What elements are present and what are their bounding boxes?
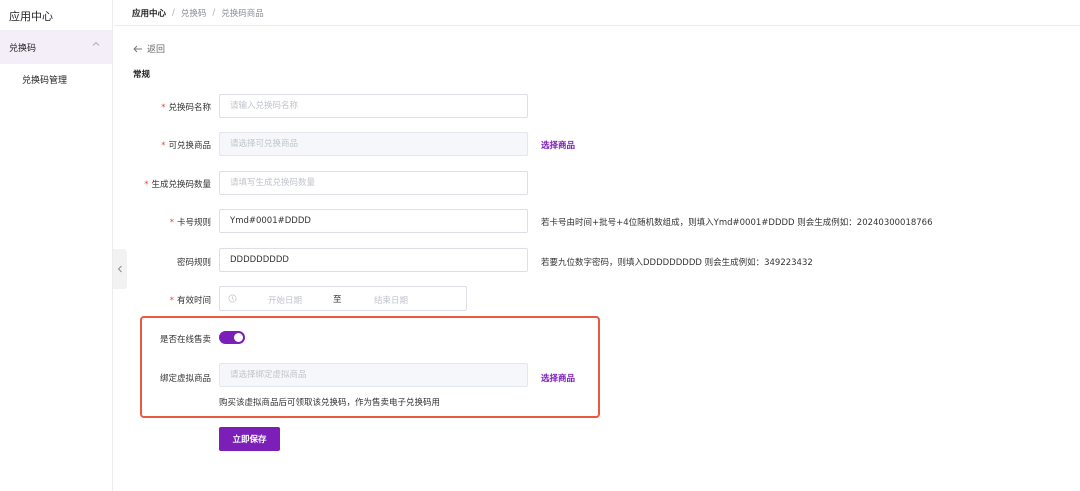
date-range-separator: 至 (333, 295, 342, 305)
start-date-input[interactable]: 开始日期 (268, 294, 302, 306)
label-redeem-name: * 兑换码名称 (161, 103, 211, 113)
breadcrumb-item-redeem-code[interactable]: 兑换码 (181, 7, 207, 19)
required-mark: * (161, 103, 166, 113)
section-title: 常规 (133, 70, 151, 80)
breadcrumb-separator: / (172, 8, 175, 18)
select-virtual-product-link[interactable]: 选择商品 (541, 372, 575, 384)
label-password-rule: 密码规则 (176, 258, 211, 268)
collapse-sidebar-handle[interactable] (113, 249, 127, 289)
redeem-name-input[interactable]: 请输入兑换码名称 (219, 94, 528, 118)
redeemable-product-input[interactable]: 请选择可兑换商品 (219, 132, 528, 156)
sidebar-group-redeem-code[interactable]: 兑换码 (0, 30, 112, 64)
breadcrumb: 应用中心 / 兑换码 / 兑换码商品 (132, 7, 264, 19)
required-mark: * (169, 218, 174, 228)
sidebar: 应用中心 兑换码 兑换码管理 (0, 0, 113, 491)
back-label: 返回 (147, 45, 166, 55)
chevron-up-icon (92, 41, 100, 46)
virtual-product-input[interactable]: 请选择绑定虚拟商品 (219, 363, 528, 387)
online-sale-toggle[interactable] (219, 331, 245, 344)
required-mark: * (169, 296, 174, 306)
card-rule-hint: 若卡号由时间+批号+4位随机数组成，则填入Ymd#0001#DDDD 则会生成例… (541, 218, 933, 228)
label-online-sale: 是否在线售卖 (159, 335, 211, 345)
password-rule-hint: 若要九位数字密码，则填入DDDDDDDDD 则会生成例如：349223432 (541, 258, 813, 268)
breadcrumb-item-redeem-code-product: 兑换码商品 (221, 9, 264, 19)
label-bind-virtual-product: 绑定虚拟商品 (159, 374, 211, 384)
label-redeemable-product: * 可兑换商品 (161, 141, 211, 151)
toggle-knob (234, 333, 243, 342)
save-button[interactable]: 立即保存 (219, 427, 280, 451)
password-rule-input[interactable]: DDDDDDDDD (219, 248, 528, 272)
clock-icon (228, 294, 237, 303)
topbar: 应用中心 / 兑换码 / 兑换码商品 (114, 0, 1080, 26)
arrow-left-icon (133, 45, 142, 52)
required-mark: * (144, 180, 149, 190)
date-range-picker[interactable]: 开始日期 至 结束日期 (219, 286, 467, 311)
code-count-input[interactable]: 请填写生成兑换码数量 (219, 171, 528, 195)
sidebar-item-redeem-code-management[interactable]: 兑换码管理 (22, 73, 67, 86)
app-title: 应用中心 (9, 10, 53, 23)
sidebar-group-label: 兑换码 (9, 44, 37, 54)
breadcrumb-item-app-center[interactable]: 应用中心 (132, 7, 166, 19)
label-code-count: * 生成兑换码数量 (144, 180, 211, 190)
back-button[interactable]: 返回 (133, 42, 165, 55)
label-valid-time: * 有效时间 (169, 296, 211, 306)
card-rule-input[interactable]: Ymd#0001#DDDD (219, 209, 528, 233)
virtual-product-note: 购买该虚拟商品后可领取该兑换码，作为售卖电子兑换码用 (219, 398, 441, 408)
label-card-rule: * 卡号规则 (169, 218, 211, 228)
breadcrumb-separator: / (212, 8, 216, 18)
select-product-link[interactable]: 选择商品 (541, 139, 575, 151)
required-mark: * (161, 141, 166, 151)
end-date-input[interactable]: 结束日期 (374, 294, 408, 306)
